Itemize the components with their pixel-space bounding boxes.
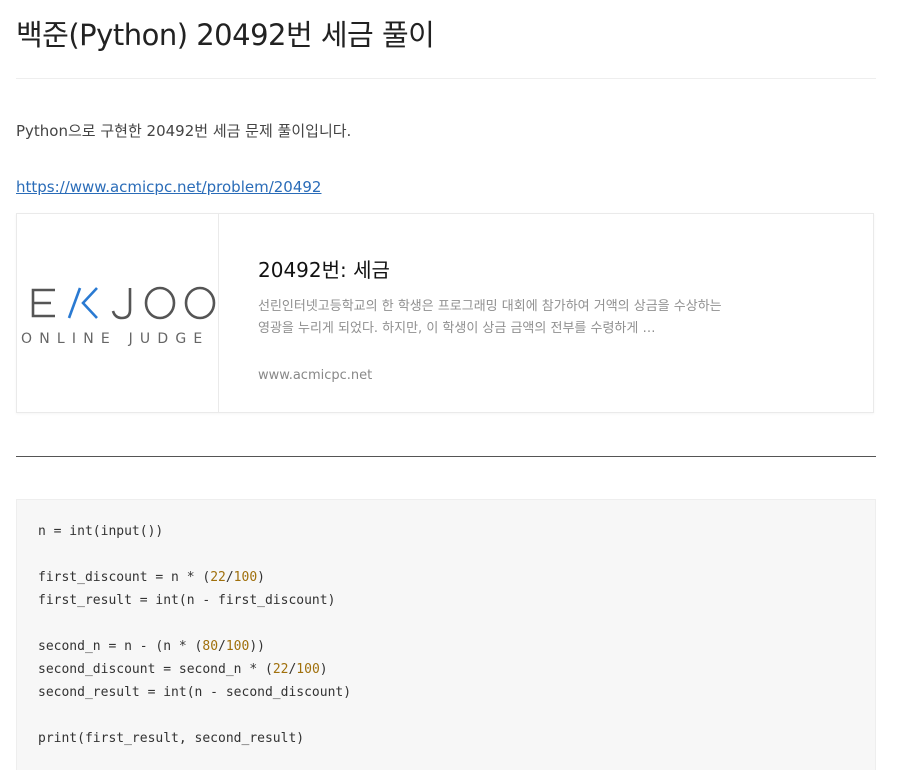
section-divider [16, 456, 876, 457]
code-block: n = int(input()) first_discount = n * (2… [16, 499, 876, 770]
card-description: 선린인터넷고등학교의 한 학생은 프로그래밍 대회에 참가하여 거액의 상금을 … [258, 299, 722, 336]
code-line: second_discount = second_n * (22/100) [38, 662, 328, 677]
code-line: first_discount = n * (22/100) [38, 570, 265, 585]
post-title: 백준(Python) 20492번 세금 풀이 [16, 18, 435, 52]
title-divider [16, 78, 876, 79]
code-line: print(first_result, second_result) [38, 731, 305, 746]
link-preview-card[interactable]: ONLINE JUDGE 20492번: 세금 선린인터넷고등학교의 한 학생은… [16, 213, 874, 413]
page: 백준(Python) 20492번 세금 풀이 Python으로 구현한 204… [0, 0, 899, 770]
baekjoon-logo-icon: ONLINE JUDGE [21, 286, 216, 347]
code-line: second_result = int(n - second_discount) [38, 685, 352, 700]
code-line: first_result = int(n - first_discount) [38, 593, 336, 608]
logo-subtitle: ONLINE JUDGE [21, 331, 209, 347]
post-intro: Python으로 구현한 20492번 세금 문제 풀이입니다. [16, 122, 352, 140]
code-line: second_n = n - (n * (80/100)) [38, 639, 265, 654]
code-line: n = int(input()) [38, 524, 164, 539]
card-domain: www.acmicpc.net [258, 368, 373, 383]
card-title: 20492번: 세금 [258, 258, 390, 282]
problem-link[interactable]: https://www.acmicpc.net/problem/20492 [16, 178, 321, 196]
card-thumbnail: ONLINE JUDGE [17, 214, 219, 412]
